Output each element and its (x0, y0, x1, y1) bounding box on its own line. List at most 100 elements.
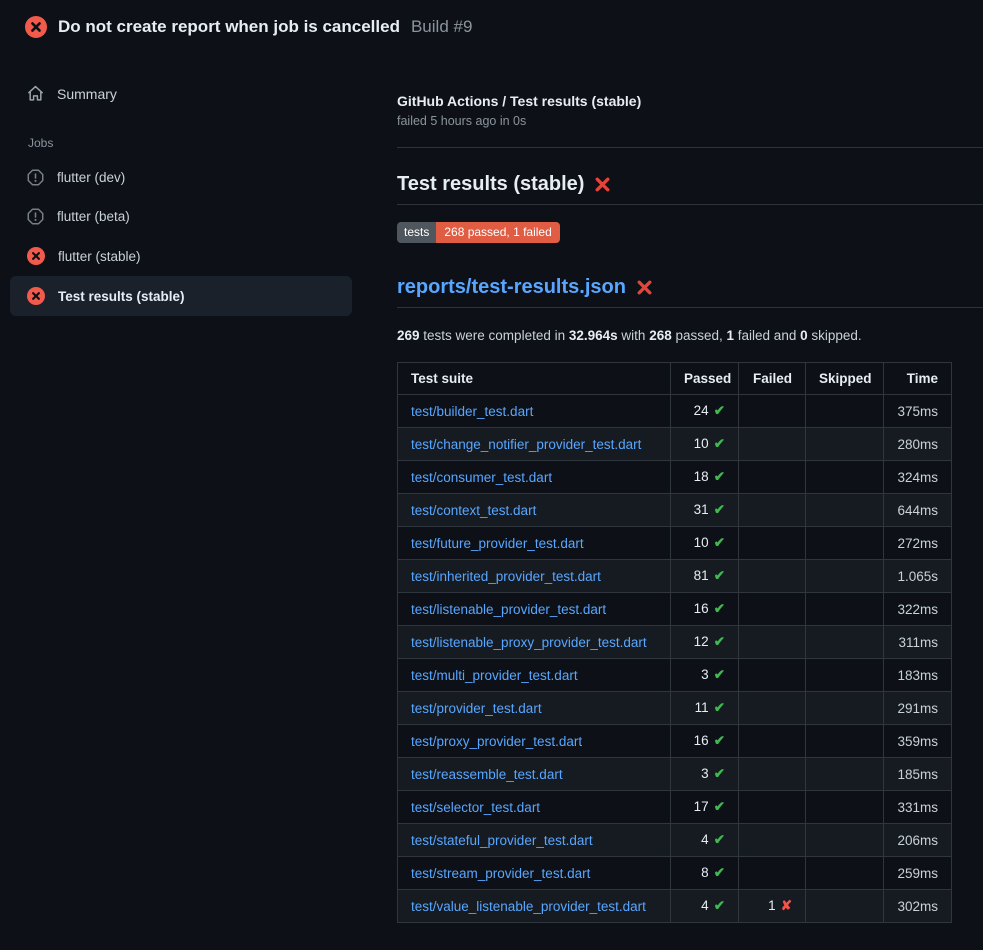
x-icon: ✘ (781, 898, 792, 913)
check-icon: ✔ (714, 766, 725, 781)
main-content: GitHub Actions / Test results (stable) f… (397, 93, 983, 923)
test-suite-cell: test/change_notifier_provider_test.dart (398, 428, 671, 461)
test-suite-link[interactable]: test/provider_test.dart (411, 701, 542, 716)
time-cell: 302ms (884, 890, 952, 923)
test-suite-cell: test/listenable_provider_test.dart (398, 593, 671, 626)
test-suite-cell: test/future_provider_test.dart (398, 527, 671, 560)
time-cell: 1.065s (884, 560, 952, 593)
check-icon: ✔ (714, 898, 725, 913)
time-cell: 331ms (884, 791, 952, 824)
skipped-cell (806, 461, 884, 494)
sidebar-job-item[interactable]: flutter (dev) (10, 158, 352, 197)
report-file-link[interactable]: reports/test-results.json (397, 276, 626, 299)
passed-cell: 3✔ (671, 659, 739, 692)
col-header-test-suite: Test suite (398, 363, 671, 395)
test-suite-link[interactable]: test/multi_provider_test.dart (411, 668, 578, 683)
failed-cell: ✘ (739, 461, 806, 494)
passed-cell: 11✔ (671, 692, 739, 725)
skipped-cell (806, 593, 884, 626)
table-row: test/listenable_provider_test.dart 16✔ ✘… (398, 593, 952, 626)
test-suite-cell: test/provider_test.dart (398, 692, 671, 725)
failed-cell: ✘ (739, 857, 806, 890)
check-icon: ✔ (714, 502, 725, 517)
tests-badge: tests 268 passed, 1 failed (397, 222, 560, 243)
test-suite-link[interactable]: test/inherited_provider_test.dart (411, 569, 601, 584)
test-suite-link[interactable]: test/stateful_provider_test.dart (411, 833, 593, 848)
test-suite-link[interactable]: test/listenable_provider_test.dart (411, 602, 606, 617)
home-icon (27, 85, 44, 102)
passed-cell: 81✔ (671, 560, 739, 593)
check-icon: ✔ (714, 667, 725, 682)
failed-cell: ✘ (739, 560, 806, 593)
test-suite-link[interactable]: test/change_notifier_provider_test.dart (411, 437, 641, 452)
check-icon: ✔ (714, 436, 725, 451)
sidebar-job-label: flutter (stable) (58, 249, 141, 264)
check-icon: ✔ (714, 832, 725, 847)
sidebar-item-summary[interactable]: Summary (10, 75, 352, 112)
test-suite-link[interactable]: test/builder_test.dart (411, 404, 533, 419)
passed-cell: 31✔ (671, 494, 739, 527)
cancelled-status-icon (27, 208, 44, 225)
badge-label: tests (397, 222, 436, 243)
failed-cell: ✘ (739, 593, 806, 626)
table-row: test/reassemble_test.dart 3✔ ✘ 185ms (398, 758, 952, 791)
failed-status-icon (25, 16, 47, 38)
test-suite-link[interactable]: test/selector_test.dart (411, 800, 540, 815)
test-suite-link[interactable]: test/proxy_provider_test.dart (411, 734, 582, 749)
test-suite-cell: test/consumer_test.dart (398, 461, 671, 494)
table-row: test/value_listenable_provider_test.dart… (398, 890, 952, 923)
failed-cell: ✘ (739, 659, 806, 692)
test-suite-cell: test/inherited_provider_test.dart (398, 560, 671, 593)
skipped-cell (806, 626, 884, 659)
test-suite-link[interactable]: test/listenable_proxy_provider_test.dart (411, 635, 647, 650)
run-status-line: failed 5 hours ago in 0s (397, 114, 983, 128)
failed-count: 1 (727, 328, 735, 343)
check-icon: ✔ (714, 865, 725, 880)
test-suite-link[interactable]: test/reassemble_test.dart (411, 767, 563, 782)
test-suite-cell: test/proxy_provider_test.dart (398, 725, 671, 758)
failed-cell: ✘ (739, 494, 806, 527)
failed-cell: ✘ (739, 824, 806, 857)
time-cell: 311ms (884, 626, 952, 659)
time-cell: 183ms (884, 659, 952, 692)
test-suite-link[interactable]: test/value_listenable_provider_test.dart (411, 899, 646, 914)
time-cell: 322ms (884, 593, 952, 626)
passed-cell: 4✔ (671, 890, 739, 923)
passed-cell: 10✔ (671, 428, 739, 461)
check-icon: ✔ (714, 601, 725, 616)
col-header-passed: Passed (671, 363, 739, 395)
total-count: 269 (397, 328, 420, 343)
test-suite-cell: test/selector_test.dart (398, 791, 671, 824)
skipped-cell (806, 890, 884, 923)
test-suite-cell: test/builder_test.dart (398, 395, 671, 428)
sidebar-job-item[interactable]: flutter (beta) (10, 197, 352, 236)
time-cell: 359ms (884, 725, 952, 758)
test-suite-link[interactable]: test/consumer_test.dart (411, 470, 552, 485)
time-cell: 280ms (884, 428, 952, 461)
table-row: test/change_notifier_provider_test.dart … (398, 428, 952, 461)
test-suite-link[interactable]: test/stream_provider_test.dart (411, 866, 590, 881)
test-suite-link[interactable]: test/future_provider_test.dart (411, 536, 584, 551)
time-cell: 206ms (884, 824, 952, 857)
test-suite-cell: test/listenable_proxy_provider_test.dart (398, 626, 671, 659)
sidebar-job-item[interactable]: flutter (stable) (10, 236, 352, 276)
table-row: test/stateful_provider_test.dart 4✔ ✘ 20… (398, 824, 952, 857)
check-icon: ✔ (714, 700, 725, 715)
passed-cell: 12✔ (671, 626, 739, 659)
skipped-cell (806, 758, 884, 791)
col-header-skipped: Skipped (806, 363, 884, 395)
skipped-cell (806, 824, 884, 857)
test-suite-cell: test/value_listenable_provider_test.dart (398, 890, 671, 923)
table-row: test/provider_test.dart 11✔ ✘ 291ms (398, 692, 952, 725)
time-cell: 185ms (884, 758, 952, 791)
time-cell: 644ms (884, 494, 952, 527)
test-suite-link[interactable]: test/context_test.dart (411, 503, 536, 518)
breadcrumb: GitHub Actions / Test results (stable) (397, 93, 983, 109)
table-row: test/stream_provider_test.dart 8✔ ✘ 259m… (398, 857, 952, 890)
failed-cell: ✘ (739, 758, 806, 791)
check-icon: ✔ (714, 535, 725, 550)
skipped-cell (806, 725, 884, 758)
section-heading: Test results (stable) (397, 173, 983, 205)
cancelled-status-icon (27, 169, 44, 186)
sidebar-job-item[interactable]: Test results (stable) (10, 276, 352, 316)
